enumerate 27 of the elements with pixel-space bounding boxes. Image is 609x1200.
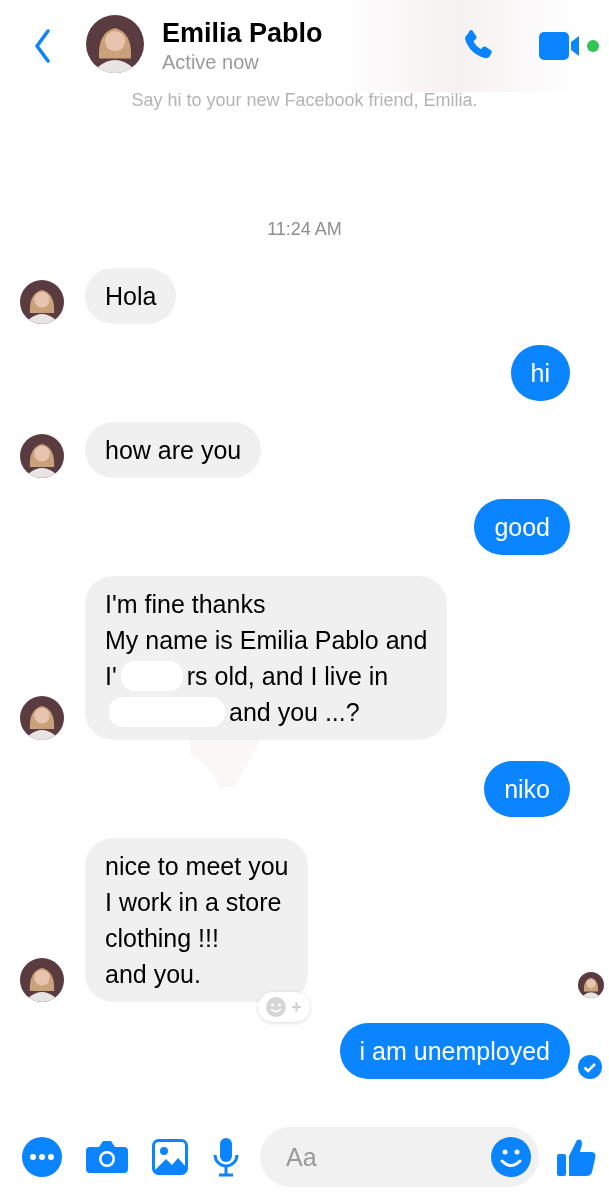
message-text: I work in a store xyxy=(105,887,282,918)
message-text: niko xyxy=(504,774,550,805)
message-text: I'm fine thanks xyxy=(105,589,266,620)
contact-name: Emilia Pablo xyxy=(162,18,324,49)
message-field[interactable]: Aa xyxy=(260,1127,539,1187)
message-text: clothing !!! xyxy=(105,923,219,954)
contact-avatar xyxy=(86,15,144,73)
image-icon[interactable] xyxy=(152,1139,188,1175)
message-text: hi xyxy=(530,358,550,389)
friend-notice: Say hi to your new Facebook friend, Emilia. xyxy=(130,90,479,111)
message-text: rs old, and I live in xyxy=(186,661,389,692)
message-text: good xyxy=(494,512,550,543)
timestamp: 11:24 AM xyxy=(266,219,343,240)
camera-icon[interactable] xyxy=(86,1139,128,1175)
message-text: nice to meet you xyxy=(105,851,289,882)
more-icon[interactable] xyxy=(22,1137,62,1177)
message-text: i am unemployed xyxy=(359,1036,550,1067)
message-text: and you. xyxy=(105,959,201,990)
message-text: My name is Emilia Pablo and xyxy=(105,625,428,656)
message-text: and you ...? xyxy=(229,697,360,728)
emoji-icon[interactable] xyxy=(491,1137,531,1177)
message-text: I' xyxy=(105,661,117,692)
message-input-field[interactable]: Aa xyxy=(284,1141,491,1173)
message-text: how are you xyxy=(105,435,242,466)
message-text: Hola xyxy=(105,281,157,312)
contact-status: Active now xyxy=(162,51,260,74)
microphone-icon[interactable] xyxy=(212,1137,240,1177)
